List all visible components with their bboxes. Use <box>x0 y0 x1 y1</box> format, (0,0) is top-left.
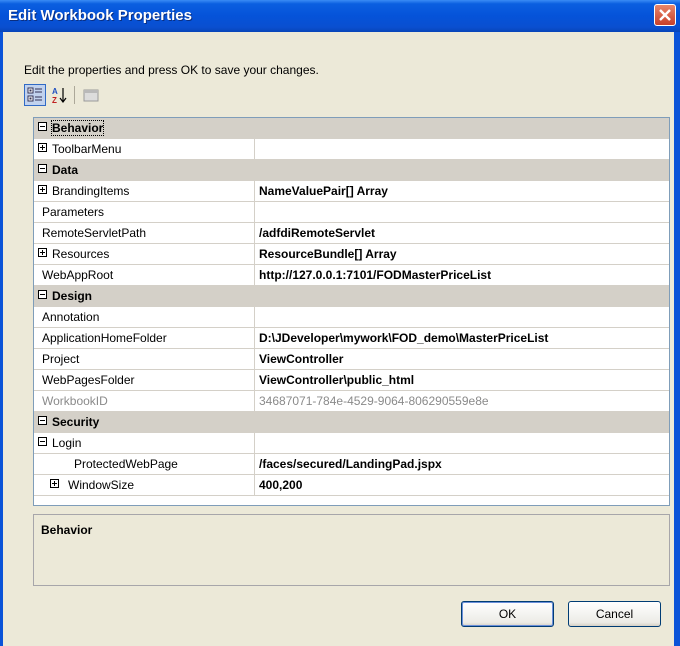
property-value: /faces/secured/LandingPad.jspx <box>259 457 442 471</box>
property-row[interactable]: Project ViewController <box>34 349 669 370</box>
property-grid[interactable]: Behavior ToolbarMenu Data BrandingItems Name… <box>33 117 670 506</box>
window-border <box>0 32 3 646</box>
category-label: Design <box>52 289 93 303</box>
expand-icon[interactable] <box>38 143 47 152</box>
property-value: D:\JDeveloper\mywork\FOD_demo\MasterPric… <box>259 331 549 345</box>
property-name: Parameters <box>42 205 105 219</box>
property-value-cell[interactable]: /adfdiRemoteServlet <box>254 223 669 243</box>
property-value-cell[interactable]: 34687071-784e-4529-9064-806290559e8e <box>254 391 669 411</box>
window-title: Edit Workbook Properties <box>8 7 192 24</box>
collapse-icon[interactable] <box>38 437 47 446</box>
property-name: Project <box>42 352 80 366</box>
toolbar-separator <box>74 86 75 104</box>
category-row[interactable]: Behavior <box>34 118 669 139</box>
categorized-button[interactable] <box>24 84 46 106</box>
property-value-cell[interactable]: NameValuePair[] Array <box>254 181 669 201</box>
svg-text:A: A <box>52 87 58 96</box>
property-name: BrandingItems <box>52 184 130 198</box>
property-row[interactable]: Annotation <box>34 307 669 328</box>
property-name: Login <box>52 436 82 450</box>
alphabetical-sort-icon: A Z <box>52 87 67 105</box>
svg-text:Z: Z <box>52 96 57 105</box>
property-row[interactable]: ProtectedWebPage/faces/secured/LandingPa… <box>34 454 669 475</box>
property-name: RemoteServletPath <box>42 226 147 240</box>
property-name: Resources <box>52 247 110 261</box>
title-bar[interactable]: Edit Workbook Properties <box>0 0 680 32</box>
property-pages-button[interactable] <box>80 84 102 106</box>
property-row[interactable]: Parameters <box>34 202 669 223</box>
property-value-cell[interactable] <box>254 202 669 222</box>
property-value: ResourceBundle[] Array <box>259 247 397 261</box>
property-value: ViewController\public_html <box>259 373 415 387</box>
property-name: WindowSize <box>68 478 135 492</box>
collapse-icon[interactable] <box>38 122 47 131</box>
property-row[interactable]: Resources ResourceBundle[] Array <box>34 244 669 265</box>
property-pages-icon <box>83 89 99 102</box>
categorized-icon <box>27 87 42 102</box>
property-row[interactable]: WorkbookID 34687071-784e-4529-9064-806290… <box>34 391 669 412</box>
property-name: WebAppRoot <box>42 268 114 282</box>
property-row[interactable]: ToolbarMenu <box>34 139 669 160</box>
property-value-cell[interactable]: ViewController <box>254 349 669 369</box>
property-name: WorkbookID <box>42 394 108 408</box>
property-row[interactable]: Login <box>34 433 669 454</box>
property-value-cell[interactable]: ResourceBundle[] Array <box>254 244 669 264</box>
property-value: 400,200 <box>259 478 303 492</box>
collapse-icon[interactable] <box>38 290 47 299</box>
category-label: Behavior <box>50 120 105 136</box>
property-value-cell[interactable]: /faces/secured/LandingPad.jspx <box>254 454 669 474</box>
description-pane: Behavior <box>33 514 670 586</box>
property-row[interactable]: BrandingItems NameValuePair[] Array <box>34 181 669 202</box>
property-value-cell[interactable]: http://127.0.0.1:7101/FODMasterPriceList <box>254 265 669 285</box>
property-value-cell[interactable]: D:\JDeveloper\mywork\FOD_demo\MasterPric… <box>254 328 669 348</box>
category-row[interactable]: Data <box>34 160 669 181</box>
property-row[interactable]: WindowSize 400,200 <box>34 475 669 496</box>
category-label: Security <box>52 415 100 429</box>
collapse-icon[interactable] <box>38 164 47 173</box>
description-title: Behavior <box>41 523 93 537</box>
property-row[interactable]: RemoteServletPath/adfdiRemoteServlet <box>34 223 669 244</box>
property-name: WebPagesFolder <box>42 373 135 387</box>
property-value-cell[interactable]: ViewController\public_html <box>254 370 669 390</box>
close-icon <box>659 9 671 21</box>
property-value: 34687071-784e-4529-9064-806290559e8e <box>259 394 489 408</box>
ok-button[interactable]: OK <box>461 601 554 627</box>
property-row[interactable]: ApplicationHomeFolder D:\JDeveloper\mywor… <box>34 328 669 349</box>
property-value: ViewController <box>259 352 344 366</box>
property-value-cell[interactable] <box>254 139 669 159</box>
property-name: Annotation <box>42 310 100 324</box>
property-value: NameValuePair[] Array <box>259 184 388 198</box>
property-row[interactable]: WebAppRoot http://127.0.0.1:7101/FODMaste… <box>34 265 669 286</box>
category-row[interactable]: Security <box>34 412 669 433</box>
expand-icon[interactable] <box>38 248 47 257</box>
property-value-cell[interactable]: 400,200 <box>254 475 669 495</box>
property-value-cell[interactable] <box>254 307 669 327</box>
property-value-cell[interactable] <box>254 433 669 453</box>
category-row[interactable]: Design <box>34 286 669 307</box>
instructions-text: Edit the properties and press OK to save… <box>24 63 319 77</box>
dialog-window: Edit Workbook Properties Edit the proper… <box>0 0 680 646</box>
cancel-button[interactable]: Cancel <box>568 601 661 627</box>
category-label: Data <box>52 163 79 177</box>
property-name: ToolbarMenu <box>52 142 122 156</box>
property-value: http://127.0.0.1:7101/FODMasterPriceList <box>259 268 492 282</box>
property-toolbar: A Z <box>24 84 164 110</box>
close-button[interactable] <box>654 4 676 26</box>
collapse-icon[interactable] <box>38 416 47 425</box>
expand-icon[interactable] <box>50 479 59 488</box>
alphabetical-button[interactable]: A Z <box>49 84 71 106</box>
expand-icon[interactable] <box>38 185 47 194</box>
property-row[interactable]: WebPagesFolder ViewController\public_html <box>34 370 669 391</box>
property-name: ProtectedWebPage <box>74 457 178 471</box>
property-name: ApplicationHomeFolder <box>42 331 167 345</box>
property-value: /adfdiRemoteServlet <box>259 226 376 240</box>
